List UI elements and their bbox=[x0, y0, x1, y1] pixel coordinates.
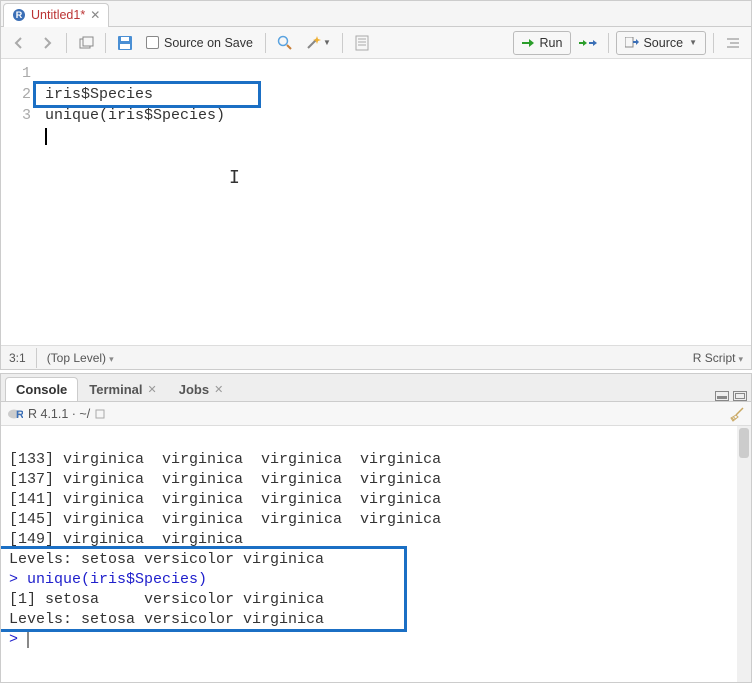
notebook-icon bbox=[355, 35, 369, 51]
show-in-new-window-button[interactable] bbox=[74, 31, 98, 55]
chevron-down-icon: ▼ bbox=[323, 38, 331, 47]
console-output[interactable]: [133] virginica virginica virginica virg… bbox=[1, 426, 751, 682]
outline-button[interactable] bbox=[721, 31, 745, 55]
svg-text:R: R bbox=[16, 409, 23, 421]
text-cursor-icon bbox=[27, 631, 29, 648]
separator bbox=[608, 33, 609, 53]
console-line: [141] virginica virginica virginica virg… bbox=[9, 491, 441, 508]
code-editor[interactable]: 123 iris$Species unique(iris$Species) I bbox=[1, 59, 751, 345]
separator bbox=[105, 33, 106, 53]
arrow-left-icon bbox=[12, 36, 26, 50]
console-result: Levels: setosa versicolor virginica bbox=[9, 611, 324, 628]
text-cursor-icon bbox=[45, 128, 47, 145]
source-panel: R Untitled1* ✕ Source on Save ▼ bbox=[0, 0, 752, 370]
cursor-position: 3:1 bbox=[9, 351, 26, 365]
save-button[interactable] bbox=[113, 31, 137, 55]
source-btn-label: Source bbox=[643, 36, 683, 50]
save-icon bbox=[117, 35, 133, 51]
language-selector[interactable]: R Script▾ bbox=[693, 351, 743, 365]
scrollbar-thumb[interactable] bbox=[739, 428, 749, 458]
close-icon[interactable]: ✕ bbox=[148, 383, 157, 396]
console-line: [137] virginica virginica virginica virg… bbox=[9, 471, 441, 488]
run-label: Run bbox=[540, 36, 563, 50]
compile-report-button[interactable] bbox=[350, 31, 374, 55]
source-statusbar: 3:1 (Top Level)▾ R Script▾ bbox=[1, 345, 751, 369]
source-tabbar: R Untitled1* ✕ bbox=[1, 1, 751, 27]
tab-terminal[interactable]: Terminal✕ bbox=[78, 377, 167, 401]
console-command: > unique(iris$Species) bbox=[9, 571, 207, 588]
tab-title: Untitled1* bbox=[31, 8, 85, 22]
separator bbox=[342, 33, 343, 53]
r-file-icon: R bbox=[12, 8, 26, 22]
separator bbox=[713, 33, 714, 53]
source-on-save-checkbox[interactable]: Source on Save bbox=[141, 31, 258, 55]
console-line: [149] virginica virginica bbox=[9, 531, 243, 548]
rerun-icon bbox=[579, 37, 597, 49]
r-version-label: R 4.1.1 · ~/ bbox=[28, 407, 90, 421]
script-icon bbox=[95, 409, 105, 419]
search-icon bbox=[277, 35, 293, 51]
arrow-right-icon bbox=[40, 36, 54, 50]
find-button[interactable] bbox=[273, 31, 297, 55]
separator bbox=[66, 33, 67, 53]
source-on-save-label: Source on Save bbox=[164, 36, 253, 50]
console-tabbar: Console Terminal✕ Jobs✕ bbox=[1, 374, 751, 402]
minimize-button[interactable] bbox=[715, 391, 729, 401]
code-line-1: iris$Species bbox=[45, 86, 153, 103]
run-icon bbox=[522, 38, 536, 48]
chevron-down-icon: ▼ bbox=[689, 38, 697, 47]
console-line: [133] virginica virginica virginica virg… bbox=[9, 451, 441, 468]
close-icon[interactable]: ✕ bbox=[214, 383, 223, 396]
editor-content[interactable]: iris$Species unique(iris$Species) I bbox=[39, 59, 751, 345]
console-line: [145] virginica virginica virginica virg… bbox=[9, 511, 441, 528]
close-icon[interactable]: ✕ bbox=[90, 8, 100, 22]
r-logo-icon: R bbox=[7, 406, 23, 422]
run-button[interactable]: Run bbox=[513, 31, 572, 55]
console-panel: Console Terminal✕ Jobs✕ R R 4.1.1 · ~/ [… bbox=[0, 373, 752, 683]
broom-icon bbox=[729, 406, 745, 422]
console-prompt: > bbox=[9, 631, 27, 648]
popout-icon bbox=[79, 36, 94, 50]
source-button[interactable]: Source ▼ bbox=[616, 31, 706, 55]
console-info-bar: R R 4.1.1 · ~/ bbox=[1, 402, 751, 426]
tab-console[interactable]: Console bbox=[5, 377, 78, 401]
tab-untitled1[interactable]: R Untitled1* ✕ bbox=[3, 3, 109, 27]
forward-button[interactable] bbox=[35, 31, 59, 55]
back-button[interactable] bbox=[7, 31, 31, 55]
rerun-button[interactable] bbox=[575, 31, 601, 55]
svg-text:R: R bbox=[16, 10, 23, 20]
code-tools-button[interactable]: ▼ bbox=[301, 31, 335, 55]
console-result: [1] setosa versicolor virginica bbox=[9, 591, 324, 608]
maximize-button[interactable] bbox=[733, 391, 747, 401]
code-line-2: unique(iris$Species) bbox=[45, 107, 225, 124]
separator bbox=[36, 348, 37, 368]
separator bbox=[265, 33, 266, 53]
scope-selector[interactable]: (Top Level)▾ bbox=[47, 351, 114, 365]
tab-jobs[interactable]: Jobs✕ bbox=[168, 377, 235, 401]
wand-icon bbox=[305, 35, 321, 51]
source-toolbar: Source on Save ▼ Run Source ▼ bbox=[1, 27, 751, 59]
editor-gutter: 123 bbox=[1, 59, 39, 345]
clear-console-button[interactable] bbox=[729, 406, 745, 422]
source-icon bbox=[625, 37, 639, 49]
outline-icon bbox=[726, 36, 740, 50]
console-scrollbar[interactable] bbox=[737, 426, 751, 682]
checkbox-icon bbox=[146, 36, 159, 49]
ibeam-cursor-icon: I bbox=[229, 167, 240, 188]
console-line: Levels: setosa versicolor virginica bbox=[9, 551, 324, 568]
